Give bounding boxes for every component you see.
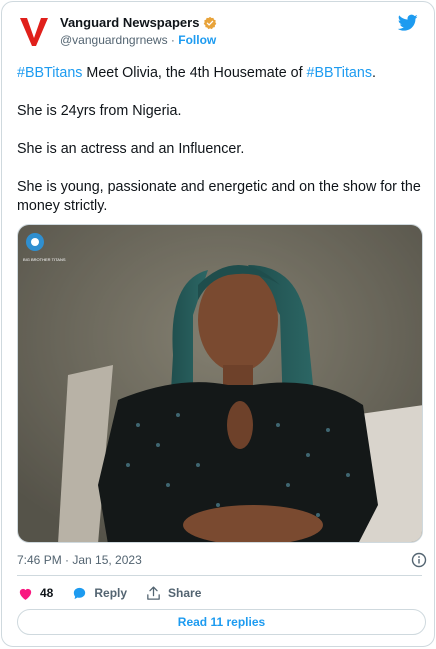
- tweet-paragraph: #BBTitans Meet Olivia, the 4th Housemate…: [17, 64, 421, 83]
- tweet-paragraph: She is 24yrs from Nigeria.: [17, 103, 182, 119]
- tweet-timestamp[interactable]: 7:46 PM · Jan 15, 2023: [17, 553, 142, 567]
- tweet-card: Vanguard Newspapers @vanguardngrnews · F…: [1, 1, 435, 647]
- reply-icon: [74, 587, 86, 599]
- hashtag-link[interactable]: #BBTitans: [307, 65, 372, 81]
- media-photo: BIG BROTHER TITANS: [18, 225, 422, 542]
- read-replies-button[interactable]: Read 11 replies: [17, 609, 426, 635]
- heart-icon: [19, 588, 32, 600]
- author-name[interactable]: Vanguard Newspapers: [60, 15, 199, 30]
- tweet-paragraph: She is young, passionate and energetic a…: [17, 179, 421, 214]
- share-button[interactable]: Share: [145, 585, 201, 602]
- follow-link[interactable]: Follow: [178, 33, 216, 47]
- like-count: 48: [40, 586, 54, 600]
- read-replies-label: Read 11 replies: [177, 615, 266, 629]
- reply-label: Reply: [94, 586, 128, 600]
- handle-row: @vanguardngrnews · Follow: [60, 33, 217, 47]
- author-handle[interactable]: @vanguardngrnews: [60, 33, 168, 47]
- info-icon[interactable]: [411, 552, 427, 568]
- hashtag-link[interactable]: #BBTitans: [17, 65, 82, 81]
- handle-separator: ·: [170, 33, 175, 47]
- verified-badge-icon: [204, 16, 217, 29]
- reply-button[interactable]: Reply: [71, 585, 127, 602]
- share-label: Share: [168, 586, 202, 600]
- tweet-first-line: Meet Olivia, the 4th Housemate of: [82, 65, 307, 81]
- tweet-media-image[interactable]: BIG BROTHER TITANS: [17, 224, 423, 543]
- tweet-paragraph: She is an actress and an Influencer.: [17, 141, 245, 157]
- author-block: Vanguard Newspapers @vanguardngrnews · F…: [60, 15, 217, 47]
- vanguard-logo[interactable]: [19, 16, 49, 48]
- like-button[interactable]: 48: [17, 585, 53, 602]
- tweet-text: #BBTitans Meet Olivia, the 4th Housemate…: [17, 64, 421, 235]
- timestamp-row: 7:46 PM · Jan 15, 2023: [17, 552, 427, 568]
- share-icon: [147, 585, 160, 600]
- tweet-first-line-end: .: [371, 65, 376, 81]
- media-watermark: BIG BROTHER TITANS: [23, 257, 66, 262]
- tweet-header: Vanguard Newspapers @vanguardngrnews · F…: [17, 12, 422, 52]
- twitter-bird-icon[interactable]: [398, 14, 418, 32]
- divider: [17, 575, 422, 576]
- action-bar: 48 Reply Share: [17, 584, 219, 602]
